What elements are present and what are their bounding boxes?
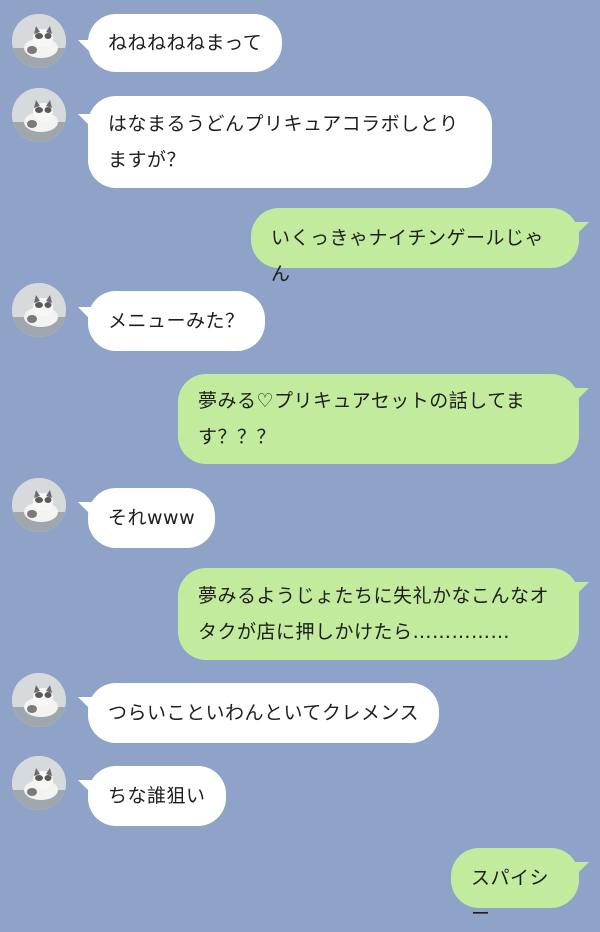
message-text-line: スパイシー [471,867,550,925]
message-text-line: ちな誰狙い [108,785,206,807]
bubble-tail [575,388,589,402]
message-text-line: 夢みる♡プリキュアセットの話してま [198,390,526,412]
message-bubble[interactable]: メニューみた？ [88,291,265,351]
cat-avatar-icon[interactable] [12,756,66,810]
bubble-tail [575,582,589,596]
message-bubble[interactable]: ねねねねねまって [88,14,283,72]
message-bubble[interactable]: はなまるうどんプリキュアコラボしとり ますが？ [88,96,492,188]
message-text-line: メニューみた？ [108,310,245,332]
cat-avatar-icon[interactable] [12,673,66,727]
message-bubble[interactable]: 夢みるようじょたちに失礼かなこんなオ タクが店に押しかけたら…………… [178,568,579,660]
chat-thread[interactable]: ねねねねねまって はなまるうどんプリキュアコラボしとり ますが？ いくっきゃナイ… [0,0,600,925]
bubble-tail [575,862,589,876]
bubble-tail [575,222,589,236]
message-text-line: す？？？ [198,426,277,448]
message-text-line: それwww [108,507,196,529]
message-text-line: はなまるうどんプリキュアコラボしとり [108,113,459,135]
message-bubble[interactable]: 夢みる♡プリキュアセットの話してま す？？？ [178,374,579,464]
message-text-line: 夢みるようじょたちに失礼かなこんなオ [198,585,550,607]
message-text-line: いくっきゃナイチンゲールじゃん [271,227,545,285]
cat-avatar-icon[interactable] [12,88,66,142]
message-bubble[interactable]: つらいこといわんといてクレメンス [88,683,440,743]
message-text-line: ますが？ [108,149,187,171]
message-text-line: タクが店に押しかけたら…………… [198,621,511,643]
cat-avatar-icon[interactable] [12,14,66,68]
message-bubble[interactable]: いくっきゃナイチンゲールじゃん [251,208,579,285]
cat-avatar-icon[interactable] [12,283,66,337]
cat-avatar-icon[interactable] [12,478,66,532]
message-text-line: ねねねねねまって [108,32,263,54]
message-text-line: つらいこといわんといてクレメンス [108,702,420,724]
message-bubble[interactable]: ちな誰狙い [88,766,226,826]
message-bubble[interactable]: スパイシー [451,848,579,925]
message-bubble[interactable]: それwww [88,488,216,548]
